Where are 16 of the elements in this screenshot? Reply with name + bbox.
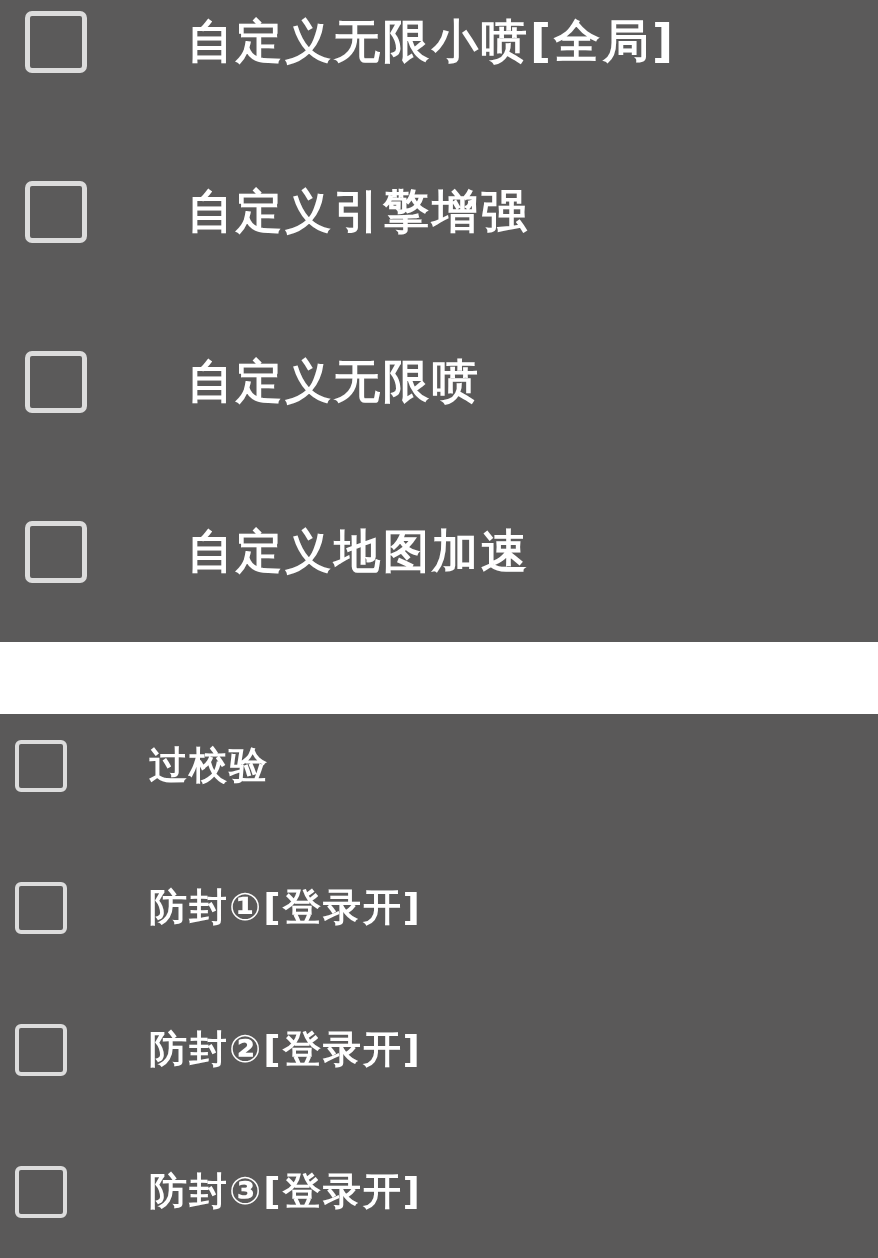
option-label: 防封③[登录开] <box>149 1169 422 1215</box>
checkbox[interactable] <box>25 521 87 583</box>
option-label: 自定义引擎增强 <box>187 184 530 240</box>
checkbox[interactable] <box>25 11 87 73</box>
checkbox[interactable] <box>15 1024 67 1076</box>
option-label: 过校验 <box>149 743 269 789</box>
checkbox[interactable] <box>15 1166 67 1218</box>
checkbox[interactable] <box>25 351 87 413</box>
option-label: 自定义无限小喷[全局] <box>187 14 677 70</box>
option-label: 自定义地图加速 <box>187 524 530 580</box>
checkbox[interactable] <box>15 740 67 792</box>
checkbox[interactable] <box>15 882 67 934</box>
option-label: 防封①[登录开] <box>149 885 422 931</box>
option-label: 防封②[登录开] <box>149 1027 422 1073</box>
checkbox[interactable] <box>25 181 87 243</box>
option-label: 自定义无限喷 <box>187 354 481 410</box>
